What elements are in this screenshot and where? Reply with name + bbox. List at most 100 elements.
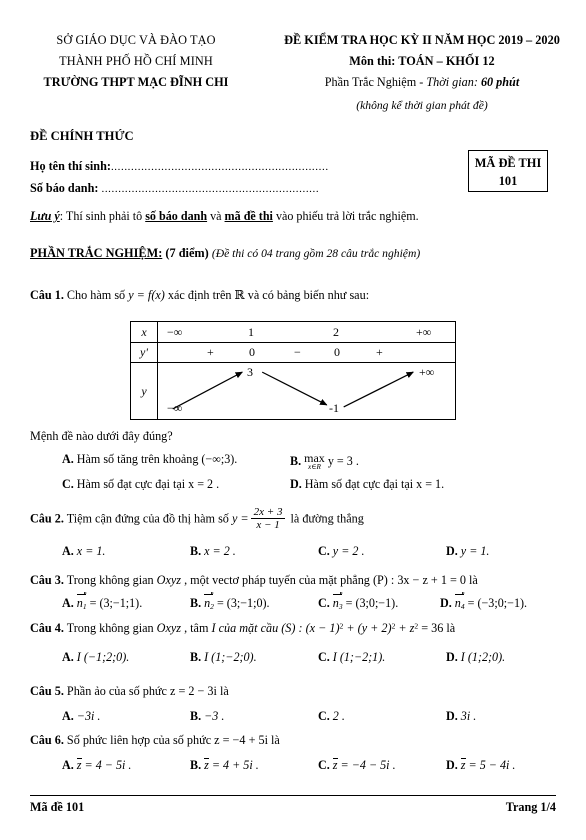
note-mid: và (207, 209, 225, 223)
question-5-option-a[interactable]: A. −3i . (62, 709, 100, 724)
official-exam-label: ĐỀ CHÍNH THỨC (30, 129, 134, 143)
question-6-option-c[interactable]: C. z = −4 − 5i . (318, 758, 396, 773)
department-line-1: SỞ GIÁO DỤC VÀ ĐÀO TẠO (56, 33, 216, 47)
option-text: Hàm số tăng trên khoảng (−∞;3). (76, 452, 238, 466)
yprime-sign-1: 0 (249, 345, 255, 359)
question-3-option-b[interactable]: B. n2 = (3;−1;0). (190, 592, 270, 611)
option-text: y = 1. (460, 544, 490, 558)
question-2-y: y = (231, 511, 249, 526)
exam-subject: Môn thi: TOÁN – KHỐI 12 (349, 54, 495, 68)
exam-part-label: Phần Trắc Nghiệm - (324, 75, 427, 89)
time-value: 60 phút (480, 75, 520, 89)
student-id-field[interactable]: Số báo danh: ...........................… (30, 181, 319, 196)
question-6-options-row: A. z = 4 − 5i . B. z = 4 + 5i . C. z = −… (0, 758, 586, 778)
variation-label-x: x (131, 322, 158, 342)
option-text: I (−1;2;0). (76, 650, 130, 664)
question-3-stem: Câu 3. Trong không gian Oxyz , một vectơ… (30, 573, 478, 588)
question-2-option-b[interactable]: B. x = 2 . (190, 544, 236, 559)
exam-title: ĐỀ KIỂM TRA HỌC KỲ II NĂM HỌC 2019 – 202… (284, 33, 560, 47)
vector-n-4: n4 (454, 592, 465, 612)
variation-label-y: y (131, 363, 158, 419)
question-4-option-b[interactable]: B. I (1;−2;0). (190, 650, 257, 665)
option-text: I (1;−2;1). (332, 650, 386, 664)
option-key: A. (62, 709, 74, 723)
question-2-option-c[interactable]: C. y = 2 . (318, 544, 364, 559)
option-key: C. (318, 596, 330, 610)
section-description: (Đề thi có 04 trang gồm 28 câu trắc nghi… (211, 247, 421, 260)
option-text: y = 3 . (327, 453, 359, 468)
option-text: = 5 − 4i . (465, 758, 516, 772)
option-text: −3 . (204, 709, 225, 723)
vector-n-2: n2 (204, 592, 214, 611)
instruction-note: Lưu ý: Thí sinh phải tô số báo danh và m… (30, 209, 419, 224)
exam-duration: Phần Trắc Nghiệm - Thời gian: 60 phút (272, 72, 572, 93)
x-value-1: 1 (248, 325, 254, 339)
question-1-option-c[interactable]: C. Hàm số đạt cực đại tại x = 2 . (62, 477, 219, 492)
option-text: = 4 − 5i . (81, 758, 132, 772)
question-1-option-a[interactable]: A. Hàm số tăng trên khoảng (−∞;3). (62, 452, 237, 467)
question-1-option-d[interactable]: D. Hàm số đạt cực đại tại x = 1. (290, 477, 444, 492)
time-label: Thời gian: (426, 75, 481, 89)
yprime-sign-3: 0 (334, 345, 340, 359)
question-1-option-b[interactable]: B. max x∈R y = 3 . (290, 452, 359, 471)
x-value-3: +∞ (416, 325, 432, 339)
exam-title-block: ĐỀ KIỂM TRA HỌC KỲ II NĂM HỌC 2019 – 202… (272, 30, 572, 116)
option-key: A. (62, 596, 74, 610)
variation-row-yprime: y' + 0 − 0 + (131, 343, 455, 363)
student-name-field[interactable]: Họ tên thí sinh:........................… (30, 159, 329, 174)
section-title: PHẦN TRẮC NGHIỆM: (30, 246, 163, 260)
question-2-stem: Câu 2. Tiệm cận đứng của đồ thị hàm số y… (30, 506, 364, 532)
vector-n-3: n3 (332, 592, 343, 611)
option-key: D. (446, 544, 458, 558)
school-name: TRƯỜNG THPT MẠC ĐĨNH CHI (43, 75, 229, 89)
question-6-option-b[interactable]: B. z = 4 + 5i . (190, 758, 259, 773)
question-5-option-d[interactable]: D. 3i . (446, 709, 476, 724)
question-1-label: Câu 1. (30, 288, 64, 302)
option-text: −3i . (76, 709, 101, 723)
question-3-text-b: , một vectơ pháp tuyến của mặt phẳng (P)… (181, 573, 478, 587)
question-4-option-c[interactable]: C. I (1;−2;1). (318, 650, 385, 665)
question-4-oxyz: Oxyz (156, 621, 182, 635)
question-2-option-d[interactable]: D. y = 1. (446, 544, 489, 559)
question-1-text-b: xác định trên ℝ và có bảng biến như sau: (164, 288, 370, 302)
question-3-option-c[interactable]: C. n3 = (3;0;−1). (318, 592, 399, 611)
department-line-2: THÀNH PHỐ HỒ CHÍ MINH (59, 54, 213, 68)
question-3-option-a[interactable]: A. n1 = (3;−1;1). (62, 592, 143, 611)
note-suffix: vào phiếu trả lời trắc nghiệm. (272, 209, 419, 223)
option-key: D. (446, 650, 458, 664)
question-5-option-b[interactable]: B. −3 . (190, 709, 224, 724)
question-6-option-d[interactable]: D. z = 5 − 4i . (446, 758, 515, 773)
exam-code-box: MÃ ĐỀ THI 101 (468, 150, 548, 192)
question-6-label: Câu 6. (30, 733, 64, 747)
question-1-options-row-1: A. Hàm số tăng trên khoảng (−∞;3). B. ma… (0, 452, 586, 472)
student-name-dots: ........................................… (110, 161, 329, 173)
fraction-numerator: 2x + 3 (253, 506, 283, 518)
question-4-option-a[interactable]: A. I (−1;2;0). (62, 650, 129, 665)
note-colon: : Thí sinh phải tô (59, 209, 146, 223)
vector-index: 4 (460, 602, 465, 612)
option-key: B. (190, 758, 202, 772)
option-text: = (3;0;−1). (342, 596, 399, 610)
option-key: B. (190, 596, 202, 610)
question-2-option-a[interactable]: A. x = 1. (62, 544, 105, 559)
option-key: C. (318, 650, 330, 664)
question-1-prompt: Mệnh đề nào dưới đây đúng? (30, 429, 173, 443)
question-2-options-row: A. x = 1. B. x = 2 . C. y = 2 . D. y = 1… (0, 544, 586, 564)
question-5-options-row: A. −3i . B. −3 . C. 2 . D. 3i . (0, 709, 586, 729)
question-3-option-d[interactable]: D. n4 = (−3;0;−1). (440, 592, 527, 612)
exam-duration-note: (không kể thời gian phát đề) (356, 99, 488, 112)
option-text: = (3;−1;1). (86, 596, 143, 610)
option-key: B. (190, 544, 202, 558)
option-key: A. (62, 650, 74, 664)
question-4-label: Câu 4. (30, 621, 64, 635)
option-key: D. (446, 709, 458, 723)
question-6-option-a[interactable]: A. z = 4 − 5i . (62, 758, 131, 773)
max-op-bottom: x∈R (308, 463, 321, 471)
question-4-options-row: A. I (−1;2;0). B. I (1;−2;0). C. I (1;−2… (0, 650, 586, 670)
variation-row-x: x −∞ 1 2 +∞ (131, 322, 455, 343)
option-text: I (1;−2;0). (204, 650, 257, 664)
option-key: D. (290, 477, 302, 491)
exam-page: SỞ GIÁO DỤC VÀ ĐÀO TẠO THÀNH PHỐ HỒ CHÍ … (0, 0, 586, 840)
question-5-option-c[interactable]: C. 2 . (318, 709, 345, 724)
question-4-option-d[interactable]: D. I (1;2;0). (446, 650, 505, 665)
